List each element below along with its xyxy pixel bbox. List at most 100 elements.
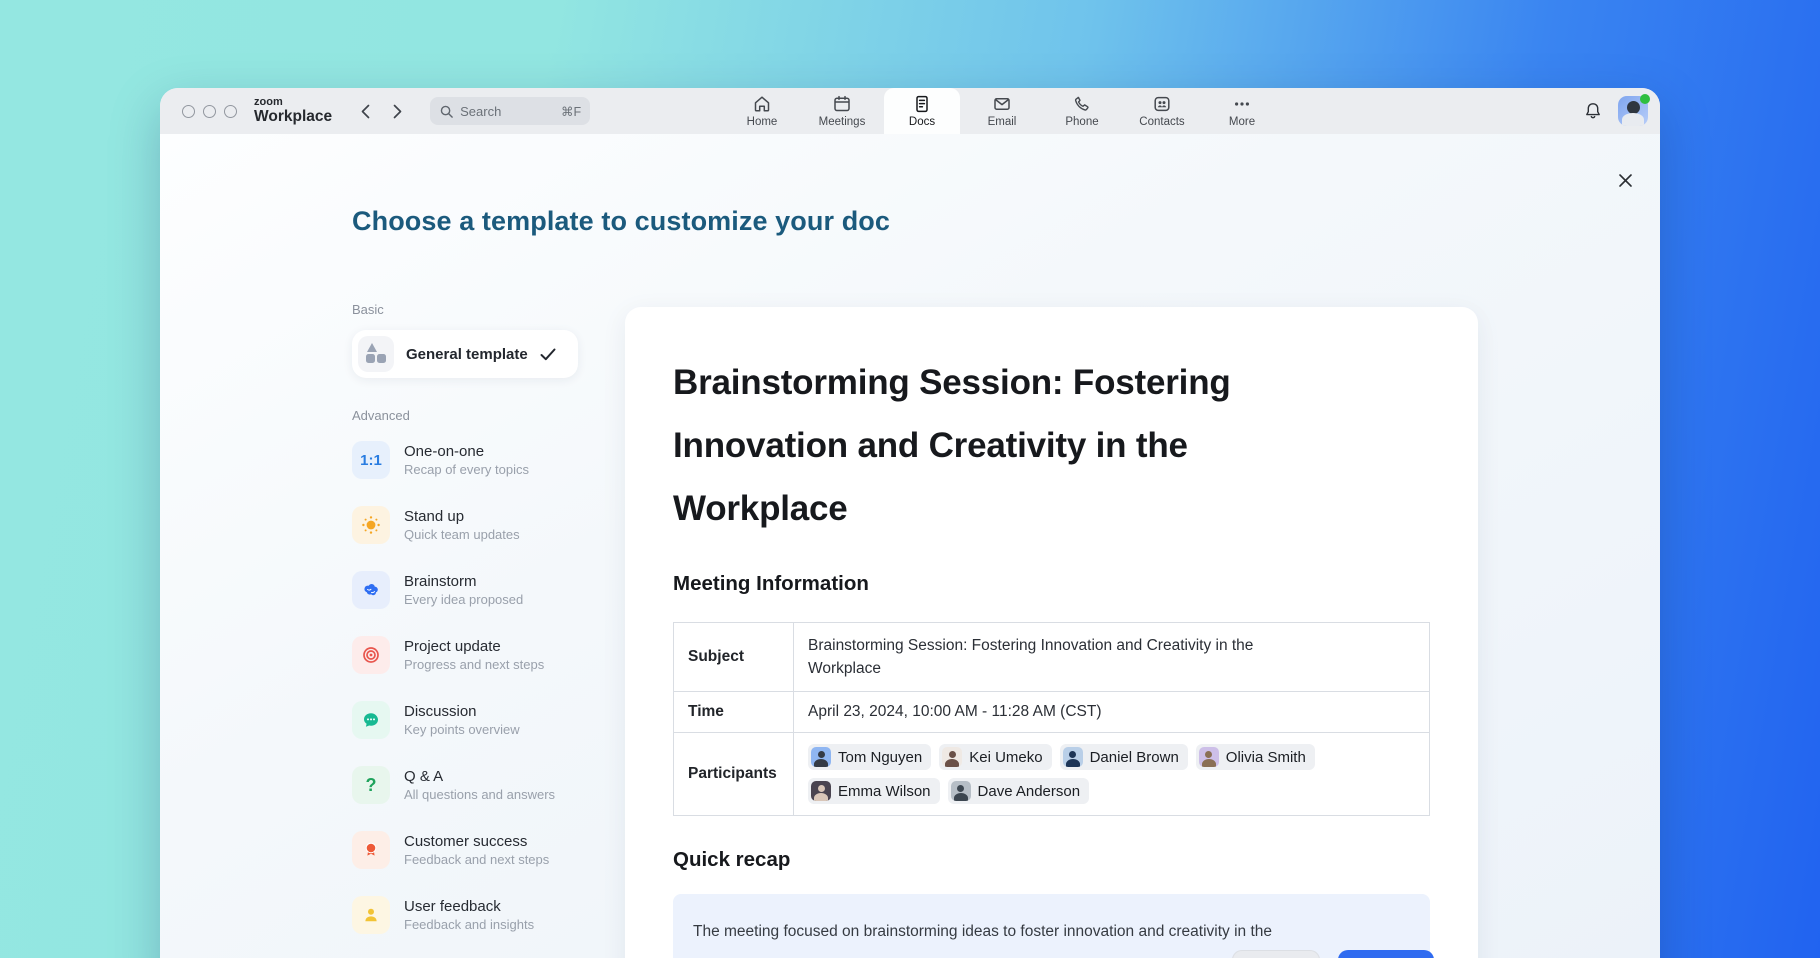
template-title: Q & A — [404, 767, 555, 786]
medal-icon — [352, 831, 390, 869]
participant-name: Dave Anderson — [978, 783, 1081, 800]
template-general-label: General template — [406, 346, 528, 363]
window-control-minimize[interactable] — [203, 105, 216, 118]
template-subtitle: Recap of every topics — [404, 461, 529, 479]
participant-chip[interactable]: Emma Wilson — [808, 778, 940, 804]
phone-icon — [1072, 94, 1092, 114]
template-general[interactable]: General template — [352, 330, 578, 378]
close-button[interactable] — [1612, 167, 1638, 193]
desktop-background: zoom Workplace ⌘F Home — [0, 0, 1820, 958]
participants-list: Tom Nguyen Kei Umeko Daniel Brown — [808, 744, 1368, 804]
template-subtitle: Every idea proposed — [404, 591, 523, 609]
calendar-icon — [832, 94, 852, 114]
nav-back-button[interactable] — [356, 102, 374, 120]
participant-avatar — [942, 747, 962, 767]
tab-docs-label: Docs — [909, 116, 935, 128]
quick-recap-box: The meeting focused on brainstorming ide… — [673, 894, 1430, 958]
chevron-right-icon — [393, 104, 402, 119]
modal-title: Choose a template to customize your doc — [352, 206, 890, 237]
logo-zoom-text: zoom — [254, 97, 332, 108]
time-label: Time — [674, 692, 794, 733]
contacts-icon — [1152, 94, 1172, 114]
search-input[interactable] — [460, 104, 544, 119]
subject-label: Subject — [674, 623, 794, 692]
tab-phone[interactable]: Phone — [1044, 88, 1120, 134]
template-brainstorm[interactable]: Brainstorm Every idea proposed — [352, 566, 580, 614]
person-icon — [352, 896, 390, 934]
chat-bubble-icon — [352, 701, 390, 739]
nav-forward-button[interactable] — [388, 102, 406, 120]
tab-email-label: Email — [988, 116, 1017, 128]
time-value: April 23, 2024, 10:00 AM - 11:28 AM (CST… — [794, 692, 1430, 733]
online-status-dot — [1640, 94, 1650, 104]
template-q-and-a[interactable]: ? Q & A All questions and answers — [352, 761, 580, 809]
template-project-update[interactable]: Project update Progress and next steps — [352, 631, 580, 679]
primary-navigation: Home Meetings Docs Email Phone — [724, 88, 1284, 134]
tab-home[interactable]: Home — [724, 88, 800, 134]
quick-recap-text: The meeting focused on brainstorming ide… — [693, 920, 1293, 943]
question-mark-icon: ? — [352, 766, 390, 804]
template-title: Discussion — [404, 702, 520, 721]
check-icon — [540, 348, 556, 361]
bell-icon — [1583, 101, 1603, 121]
template-one-on-one[interactable]: 1:1 One-on-one Recap of every topics — [352, 436, 580, 484]
quick-recap-heading: Quick recap — [673, 848, 1430, 872]
zoom-workplace-window: zoom Workplace ⌘F Home — [160, 88, 1660, 958]
tab-home-label: Home — [747, 116, 778, 128]
participant-name: Daniel Brown — [1090, 749, 1179, 766]
user-avatar[interactable] — [1618, 96, 1648, 126]
participant-avatar — [811, 781, 831, 801]
participant-avatar — [1199, 747, 1219, 767]
tab-docs[interactable]: Docs — [884, 88, 960, 134]
doc-title: Brainstorming Session: Fostering Innovat… — [673, 351, 1333, 540]
template-discussion[interactable]: Discussion Key points overview — [352, 696, 580, 744]
tab-meetings[interactable]: Meetings — [804, 88, 880, 134]
participant-name: Olivia Smith — [1226, 749, 1306, 766]
email-icon — [992, 94, 1012, 114]
chevron-left-icon — [361, 104, 370, 119]
tab-email[interactable]: Email — [964, 88, 1040, 134]
topbar-right-cluster — [1582, 88, 1648, 134]
participant-chip[interactable]: Daniel Brown — [1060, 744, 1188, 770]
participant-chip[interactable]: Olivia Smith — [1196, 744, 1315, 770]
home-icon — [752, 94, 772, 114]
template-sidebar: Basic General template Advanced 1:1 — [352, 302, 580, 956]
logo-workplace-text: Workplace — [254, 109, 332, 125]
modal-primary-button[interactable] — [1338, 950, 1434, 958]
template-stand-up[interactable]: Stand up Quick team updates — [352, 501, 580, 549]
tab-phone-label: Phone — [1065, 116, 1098, 128]
notifications-button[interactable] — [1582, 100, 1604, 122]
search-bar[interactable]: ⌘F — [430, 97, 590, 125]
template-user-feedback[interactable]: User feedback Feedback and insights — [352, 891, 580, 939]
table-row-subject: Subject Brainstorming Session: Fostering… — [674, 623, 1430, 692]
close-icon — [1618, 173, 1633, 188]
one-on-one-icon: 1:1 — [352, 441, 390, 479]
modal-secondary-button[interactable] — [1232, 950, 1320, 958]
window-controls — [182, 105, 237, 118]
general-template-icon — [358, 336, 394, 372]
tab-meetings-label: Meetings — [819, 116, 866, 128]
tab-contacts[interactable]: Contacts — [1124, 88, 1200, 134]
template-title: Project update — [404, 637, 544, 656]
search-shortcut: ⌘F — [561, 104, 581, 119]
window-control-close[interactable] — [182, 105, 195, 118]
template-title: Customer success — [404, 832, 549, 851]
template-subtitle: Feedback and next steps — [404, 851, 549, 869]
participant-name: Tom Nguyen — [838, 749, 922, 766]
template-subtitle: Key points overview — [404, 721, 520, 739]
template-title: One-on-one — [404, 442, 529, 461]
window-control-zoom[interactable] — [224, 105, 237, 118]
template-title: Stand up — [404, 507, 520, 526]
meeting-info-table: Subject Brainstorming Session: Fostering… — [673, 622, 1430, 816]
template-customer-success[interactable]: Customer success Feedback and next steps — [352, 826, 580, 874]
section-label-basic: Basic — [352, 302, 580, 317]
participant-name: Emma Wilson — [838, 783, 931, 800]
tab-more[interactable]: More — [1204, 88, 1280, 134]
tab-more-label: More — [1229, 116, 1255, 128]
participant-chip[interactable]: Dave Anderson — [948, 778, 1090, 804]
participant-chip[interactable]: Kei Umeko — [939, 744, 1051, 770]
section-label-advanced: Advanced — [352, 408, 580, 423]
tab-contacts-label: Contacts — [1139, 116, 1184, 128]
template-subtitle: Quick team updates — [404, 526, 520, 544]
participant-chip[interactable]: Tom Nguyen — [808, 744, 931, 770]
